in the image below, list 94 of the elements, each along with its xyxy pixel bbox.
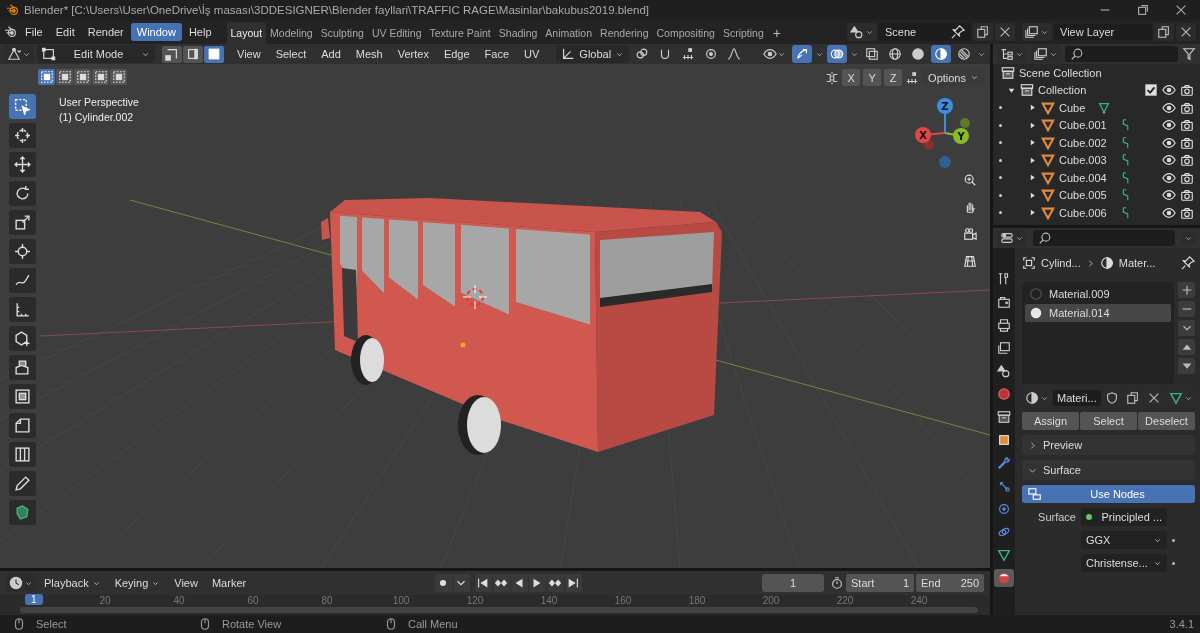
workspace-tab[interactable]: Rendering: [596, 22, 653, 44]
menu-item[interactable]: Mesh: [349, 46, 389, 62]
workspace-tab[interactable]: Texture Paint: [425, 22, 495, 44]
axis-toggle[interactable]: Z: [884, 69, 903, 86]
frame-number: 180: [687, 595, 707, 607]
orientation-dropdown[interactable]: Global: [556, 45, 630, 63]
menu-item[interactable]: Face: [478, 46, 516, 62]
playhead-marker[interactable]: 1: [25, 594, 43, 605]
window-title: Blender* [C:\Users\User\OneDrive\İş masası\3DDESIGNER\Blender fayllari\TRAFFIC RAGE\Masinlar\bakubus2019.blend]: [24, 4, 651, 16]
panel-title: Preview: [1043, 439, 1083, 451]
workspace-tab[interactable]: Modeling: [266, 22, 317, 44]
workspace-tab[interactable]: Layout: [226, 22, 267, 44]
menu-item[interactable]: Edit: [49, 23, 81, 41]
material-slot[interactable]: Material.009: [1025, 285, 1171, 303]
options-dropdown[interactable]: Options: [922, 69, 985, 86]
breadcrumb-item[interactable]: Mater...: [1118, 257, 1156, 269]
status-hint: Rotate View: [222, 618, 282, 630]
axis-toggle[interactable]: X: [842, 69, 861, 86]
axis-label: Z: [941, 100, 949, 112]
menu-item[interactable]: UV: [518, 46, 546, 62]
menu-item[interactable]: Add: [315, 46, 347, 62]
menu-item[interactable]: View: [231, 46, 267, 62]
viewport-info-text: (1) Cylinder.002: [59, 111, 135, 123]
field-label: End: [921, 577, 941, 589]
menu-item[interactable]: File: [19, 23, 49, 41]
scene-field[interactable]: Scene: [879, 23, 971, 41]
view-layer-field[interactable]: View Layer: [1054, 24, 1152, 40]
outliner-item[interactable]: Collection: [1038, 84, 1087, 97]
menu-item[interactable]: Keying: [108, 575, 167, 591]
frame-number: 160: [613, 595, 633, 607]
scene-field-text: Scene: [885, 26, 917, 38]
use-nodes-button[interactable]: Use Nodes: [1022, 485, 1195, 503]
outliner-item[interactable]: Cube.005: [1059, 189, 1107, 202]
workspace-tab[interactable]: Scripting: [718, 22, 768, 44]
action-button[interactable]: Select: [1080, 412, 1137, 430]
surface-dropdown[interactable]: Principled ...: [1081, 508, 1167, 526]
frame-number: 60: [246, 595, 260, 607]
frame-number: 220: [835, 595, 855, 607]
frame-number: 80: [320, 595, 334, 607]
axis-label: X: [919, 129, 927, 141]
outliner-item[interactable]: Cube.002: [1059, 136, 1107, 149]
frame-number: 140: [539, 595, 559, 607]
frame-number: 120: [465, 595, 485, 607]
action-button[interactable]: Assign: [1022, 412, 1079, 430]
menu-item[interactable]: Edge: [437, 46, 476, 62]
field-value: 250: [960, 577, 979, 589]
status-hint: Select: [36, 618, 67, 630]
outliner-item[interactable]: Cube: [1059, 101, 1086, 114]
outliner-item[interactable]: Cube.001: [1059, 119, 1107, 132]
menu-item[interactable]: Playback: [38, 575, 107, 591]
material-name-field[interactable]: Materi...: [1053, 390, 1101, 406]
menu-item[interactable]: Marker: [205, 575, 253, 591]
status-hint: Call Menu: [408, 618, 458, 630]
frame-number: 20: [98, 595, 112, 607]
mode-dropdown[interactable]: Edit Mode: [37, 45, 155, 63]
frame-number: 100: [391, 595, 411, 607]
axis-label: Y: [957, 130, 965, 142]
outliner-item[interactable]: Cube.004: [1059, 171, 1107, 184]
frame-number: 240: [909, 595, 929, 607]
outliner-item[interactable]: Cube.006: [1059, 206, 1107, 219]
outliner-item[interactable]: Scene Collection: [1019, 66, 1102, 79]
workspace-tab[interactable]: Sculpting: [316, 22, 368, 44]
menu-item[interactable]: Select: [269, 46, 313, 62]
panel-header[interactable]: Preview: [1022, 435, 1195, 455]
action-button[interactable]: Deselect: [1138, 412, 1195, 430]
material-slot[interactable]: Material.014: [1025, 304, 1171, 322]
breadcrumb-item[interactable]: Cylind...: [1041, 257, 1081, 269]
workspace-tab[interactable]: Compositing: [652, 22, 719, 44]
current-frame-field[interactable]: 1: [762, 574, 824, 592]
start-frame-field[interactable]: Start 1: [846, 574, 914, 592]
menu-item[interactable]: View: [168, 575, 204, 591]
workspace-tab[interactable]: UV Editing: [367, 22, 426, 44]
field-value: 1: [902, 577, 909, 589]
menu-item[interactable]: Help: [182, 23, 218, 41]
workspace-tab[interactable]: Animation: [541, 22, 597, 44]
end-frame-field[interactable]: End 250: [916, 574, 984, 592]
dropdown[interactable]: GGX: [1081, 531, 1167, 549]
frame-number: 40: [172, 595, 186, 607]
field-label: Start: [851, 577, 875, 589]
frame-number: 200: [761, 595, 781, 607]
add-workspace-button[interactable]: +: [767, 22, 786, 44]
axis-toggle[interactable]: Y: [863, 69, 882, 86]
panel-title: Surface: [1043, 464, 1081, 476]
panel-header[interactable]: Surface: [1022, 460, 1195, 480]
outliner-item[interactable]: Cube.003: [1059, 154, 1107, 167]
dropdown[interactable]: Christense...: [1081, 554, 1167, 572]
viewport-info-text: User Perspective: [59, 96, 139, 108]
workspace-tab[interactable]: Shading: [494, 22, 542, 44]
menu-item[interactable]: Render: [81, 23, 130, 41]
menu-item[interactable]: Vertex: [391, 46, 435, 62]
menu-item[interactable]: Window: [130, 23, 182, 41]
view-layer-field-text: View Layer: [1060, 26, 1115, 38]
version-text: 3.4.1: [1169, 618, 1194, 630]
field-label: Surface: [1037, 511, 1076, 523]
